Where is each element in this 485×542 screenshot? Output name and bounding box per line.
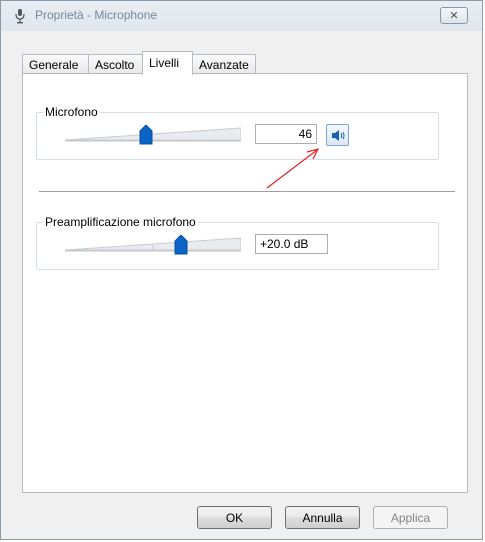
levels-panel: Microfono 46 Preamplificazione microfono…: [22, 73, 468, 493]
cancel-button[interactable]: Annulla: [285, 506, 360, 529]
properties-dialog: Proprietà - Microphone ✕ Generale Ascolt…: [0, 0, 483, 540]
microphone-slider[interactable]: [65, 125, 241, 145]
tab-ascolto[interactable]: Ascolto: [88, 54, 143, 74]
divider: [39, 191, 455, 192]
microphone-group: Microfono 46: [36, 105, 439, 160]
microphone-label: Microfono: [43, 105, 100, 119]
tab-livelli[interactable]: Livelli: [142, 51, 193, 75]
microphone-icon: [15, 9, 25, 24]
close-icon: ✕: [449, 10, 459, 22]
microphone-level-field[interactable]: 46: [255, 124, 317, 144]
window-title: Proprietà - Microphone: [35, 8, 158, 22]
close-button[interactable]: ✕: [440, 7, 468, 24]
boost-label: Preamplificazione microfono: [43, 215, 198, 229]
annotation-arrow: [266, 148, 320, 189]
tab-generale[interactable]: Generale: [22, 54, 89, 74]
microphone-slider-thumb[interactable]: [139, 125, 153, 145]
boost-slider[interactable]: [65, 235, 241, 255]
mute-button[interactable]: [326, 124, 349, 146]
boost-slider-thumb[interactable]: [174, 235, 188, 255]
title-bar[interactable]: Proprietà - Microphone ✕: [1, 1, 482, 31]
tab-avanzate[interactable]: Avanzate: [192, 54, 256, 74]
boost-group: Preamplificazione microfono +20.0 dB: [36, 215, 439, 270]
ok-button[interactable]: OK: [197, 506, 272, 529]
boost-level-field[interactable]: +20.0 dB: [255, 234, 328, 254]
apply-button[interactable]: Applica: [373, 506, 448, 529]
speaker-icon: [332, 130, 345, 141]
